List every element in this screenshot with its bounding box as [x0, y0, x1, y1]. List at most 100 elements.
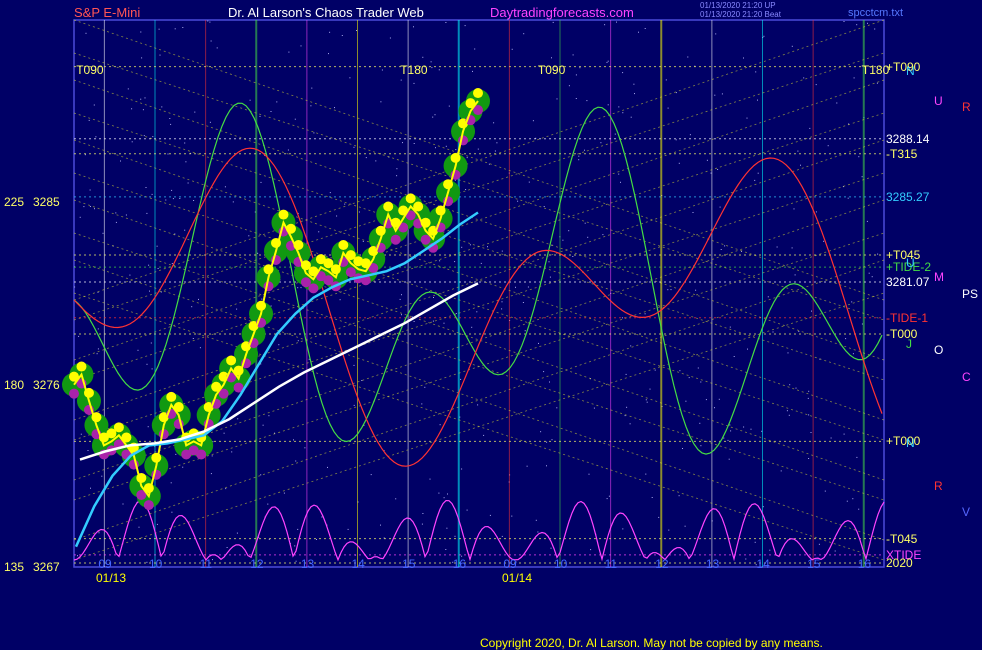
star-dot [370, 474, 372, 476]
star-dot [158, 28, 160, 30]
star-dot [846, 500, 848, 502]
star-dot [260, 181, 262, 183]
star-dot [431, 67, 433, 69]
star-dot [528, 181, 530, 183]
star-dot [830, 437, 832, 439]
star-dot [143, 135, 145, 137]
star-dot [522, 302, 524, 303]
star-dot [644, 28, 646, 29]
symbol-title: S&P E-Mini [74, 5, 141, 20]
star-dot [622, 112, 624, 114]
star-dot [651, 497, 653, 498]
star-dot [232, 201, 234, 203]
star-dot [399, 298, 401, 300]
star-dot [682, 448, 683, 449]
x-tick-label: 11 [199, 557, 213, 571]
star-dot [295, 460, 297, 462]
star-dot [443, 322, 445, 324]
star-dot [630, 345, 632, 347]
star-dot [347, 528, 349, 530]
star-dot [472, 70, 473, 72]
star-dot [845, 338, 847, 340]
star-dot [115, 221, 117, 223]
star-dot [429, 478, 431, 480]
star-dot [226, 547, 228, 548]
star-dot [187, 182, 189, 184]
star-dot [789, 384, 791, 386]
star-dot [422, 56, 424, 58]
star-dot [572, 256, 574, 257]
price-low-mark [143, 500, 154, 511]
star-dot [876, 82, 878, 84]
star-dot [89, 206, 91, 207]
star-dot [646, 401, 648, 403]
star-dot [209, 21, 211, 23]
star-dot [537, 531, 539, 533]
star-dot [815, 84, 817, 86]
right-level-label: -TIDE-1 [886, 310, 928, 325]
timestamp-1: 01/13/2020 21:20 UP [700, 1, 776, 10]
star-dot [824, 490, 826, 492]
star-dot [129, 274, 131, 276]
star-dot [621, 317, 623, 319]
star-dot [794, 274, 796, 276]
star-dot [283, 492, 285, 494]
star-dot [400, 79, 402, 81]
right-level-label: 2020 [886, 555, 913, 570]
star-dot [327, 466, 328, 468]
star-dot [396, 175, 398, 177]
star-dot [182, 466, 184, 468]
star-dot [401, 314, 402, 316]
star-dot [852, 498, 854, 500]
star-dot [549, 381, 550, 383]
star-dot [665, 79, 667, 81]
x-tick-label: 11 [604, 557, 618, 571]
star-dot [604, 24, 606, 26]
star-dot [624, 415, 626, 417]
star-dot [552, 21, 554, 23]
star-dot [424, 386, 426, 388]
star-dot [629, 423, 631, 425]
star-dot [300, 287, 302, 289]
star-dot [102, 232, 104, 234]
star-dot [538, 342, 539, 344]
star-dot [318, 231, 320, 233]
star-dot [171, 511, 173, 513]
star-dot [101, 475, 103, 477]
star-dot [375, 160, 377, 162]
planet-marker: M [934, 270, 944, 285]
star-dot [791, 45, 793, 47]
price-high-mark [338, 239, 349, 250]
star-dot [476, 311, 478, 313]
star-dot [175, 453, 177, 455]
star-dot [461, 468, 463, 470]
star-dot [622, 528, 624, 530]
star-dot [757, 99, 758, 101]
star-dot [836, 102, 838, 104]
star-dot [147, 426, 149, 428]
x-tick-label: 14 [351, 557, 365, 571]
x-tick-label: 14 [756, 557, 770, 571]
planet-marker: U [934, 94, 943, 109]
planet-marker: J [906, 337, 912, 352]
star-dot [159, 54, 161, 56]
star-dot [88, 119, 90, 121]
star-dot [149, 290, 150, 292]
star-dot [608, 495, 610, 497]
star-dot [767, 296, 769, 298]
star-dot [171, 263, 173, 264]
date-label: 01/14 [502, 571, 533, 585]
star-dot [294, 118, 296, 120]
site-link[interactable]: Daytradingforecasts.com [490, 6, 634, 20]
star-dot [454, 535, 456, 537]
star-dot [146, 561, 148, 563]
star-dot [501, 250, 503, 252]
star-dot [815, 211, 817, 213]
star-dot [353, 146, 355, 148]
star-dot [259, 115, 261, 117]
star-dot [692, 212, 694, 213]
star-dot [361, 380, 363, 381]
star-dot [276, 101, 278, 103]
star-dot [546, 465, 547, 467]
star-dot [270, 305, 272, 307]
